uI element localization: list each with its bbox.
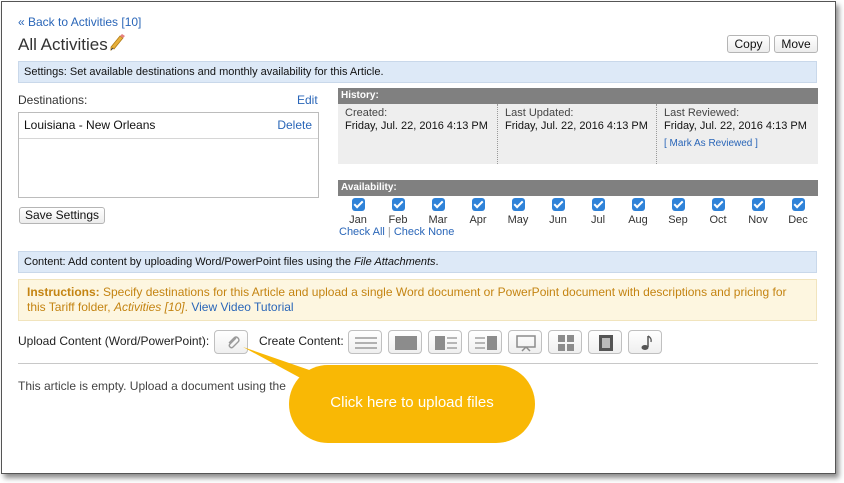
music-note-icon [641, 335, 652, 350]
file-attachments-text: File Attachments [354, 256, 436, 268]
month-oct: Oct [702, 198, 734, 228]
month-label: Jul [590, 214, 606, 226]
check-all-link[interactable]: Check All [339, 226, 385, 238]
month-checkbox[interactable] [631, 198, 645, 211]
page-title: All Activities [18, 35, 108, 54]
month-label: Nov [748, 214, 768, 226]
reviewed-value: Friday, Jul. 22, 2016 4:13 PM [664, 120, 807, 132]
month-checkbox[interactable] [591, 198, 605, 211]
destination-item: Louisiana - New Orleans Delete [19, 113, 318, 139]
upload-content-label: Upload Content (Word/PowerPoint): [18, 334, 210, 348]
back-to-activities-link[interactable]: « Back to Activities [10] [18, 15, 141, 29]
created-label: Created: [345, 107, 388, 119]
content-banner-text: Content: Add content by uploading Word/P… [24, 256, 355, 268]
view-video-tutorial-link[interactable]: View Video Tutorial [191, 300, 293, 314]
month-dec: Dec [782, 198, 814, 228]
month-label: Apr [469, 214, 487, 226]
month-apr: Apr [462, 198, 494, 228]
month-nov: Nov [742, 198, 774, 228]
month-checkbox[interactable] [791, 198, 805, 211]
activity-page: « Back to Activities [10] All Activities… [1, 1, 836, 474]
updated-value: Friday, Jul. 22, 2016 4:13 PM [505, 120, 648, 132]
month-checkbox[interactable] [551, 198, 565, 211]
history-panel: Created: Friday, Jul. 22, 2016 4:13 PM L… [338, 104, 818, 164]
gallery-grid-button[interactable] [548, 330, 582, 354]
month-label: Aug [628, 214, 648, 226]
instructions-box: Instructions: Specify destinations for t… [18, 279, 817, 321]
copy-button[interactable]: Copy [727, 35, 770, 53]
check-separator: | [387, 226, 391, 238]
month-label: Oct [709, 214, 727, 226]
video-film-icon [599, 335, 613, 351]
delete-destination-link[interactable]: Delete [277, 113, 312, 137]
month-label: Dec [788, 214, 808, 226]
month-checkbox[interactable] [431, 198, 445, 211]
instructions-label: Instructions: [27, 285, 100, 299]
paperclip-icon [228, 336, 240, 349]
month-aug: Aug [622, 198, 654, 228]
save-settings-button[interactable]: Save Settings [19, 207, 105, 224]
month-sep: Sep [662, 198, 694, 228]
month-checkbox[interactable] [751, 198, 765, 211]
destinations-label: Destinations: [18, 93, 88, 107]
move-button[interactable]: Move [774, 35, 818, 53]
month-checkbox[interactable] [671, 198, 685, 211]
month-may: May [502, 198, 534, 228]
availability-header: Availability: [338, 180, 818, 196]
destination-name: Louisiana - New Orleans [24, 118, 156, 132]
content-banner-suffix: . [435, 256, 439, 268]
updated-label: Last Updated: [505, 107, 574, 119]
history-header: History: [338, 88, 818, 104]
month-checkbox[interactable] [391, 198, 405, 211]
destinations-list: Louisiana - New Orleans Delete [18, 112, 319, 198]
edit-pencil-icon[interactable] [110, 33, 126, 51]
content-banner: Content: Add content by uploading Word/P… [18, 251, 817, 273]
video-film-button[interactable] [588, 330, 622, 354]
edit-destinations-link[interactable]: Edit [297, 93, 318, 107]
month-mar: Mar [422, 198, 454, 228]
month-jan: Jan [342, 198, 374, 228]
history-created: Created: Friday, Jul. 22, 2016 4:13 PM [338, 104, 496, 164]
instructions-folder: Activities [10] [113, 300, 185, 314]
reviewed-label: Last Reviewed: [664, 107, 740, 119]
month-checkbox[interactable] [711, 198, 725, 211]
month-label: May [507, 214, 529, 226]
month-checkbox[interactable] [351, 198, 365, 211]
created-value: Friday, Jul. 22, 2016 4:13 PM [345, 120, 488, 132]
month-feb: Feb [382, 198, 414, 228]
history-updated: Last Updated: Friday, Jul. 22, 2016 4:13… [497, 104, 656, 164]
month-jun: Jun [542, 198, 574, 228]
check-none-link[interactable]: Check None [394, 226, 455, 238]
history-reviewed: Last Reviewed: Friday, Jul. 22, 2016 4:1… [656, 104, 818, 164]
month-jul: Jul [582, 198, 614, 228]
gallery-grid-icon [558, 335, 574, 351]
callout-text: Click here to upload files [330, 394, 494, 411]
check-all-none: Check All | Check None [339, 226, 454, 238]
month-checkbox[interactable] [471, 198, 485, 211]
mark-as-reviewed-link[interactable]: [ Mark As Reviewed ] [664, 138, 758, 149]
settings-banner: Settings: Set available destinations and… [18, 61, 817, 83]
month-checkbox[interactable] [511, 198, 525, 211]
month-label: Sep [668, 214, 688, 226]
music-note-button[interactable] [628, 330, 662, 354]
month-label: Jun [549, 214, 567, 226]
